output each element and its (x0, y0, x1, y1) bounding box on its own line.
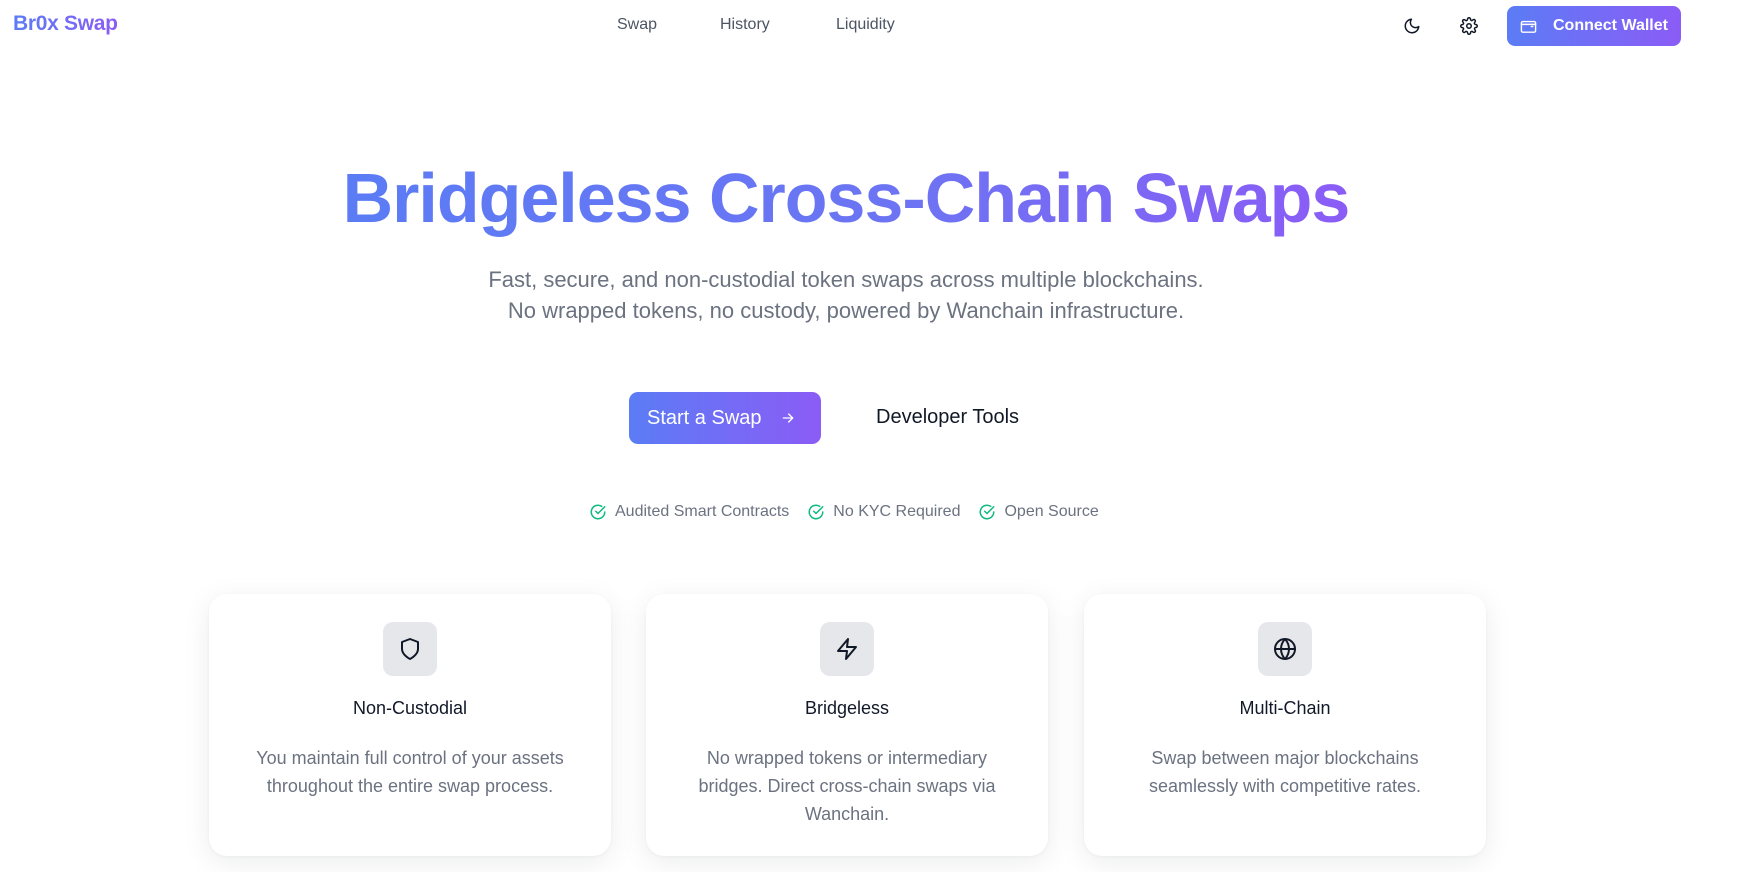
badge-no-kyc: No KYC Required (807, 503, 960, 521)
feature-description: No wrapped tokens or intermediary bridge… (698, 748, 996, 824)
nav-link-swap[interactable]: Swap (617, 16, 657, 34)
top-nav-bar: Br0x Swap Swap History Liquidity Connect… (0, 0, 1745, 52)
theme-toggle-button[interactable] (1396, 12, 1428, 40)
globe-icon (1258, 622, 1312, 676)
nav-link-liquidity[interactable]: Liquidity (836, 16, 895, 34)
hero-title: Bridgeless Cross-Chain Swaps (342, 159, 1351, 237)
check-circle-icon (590, 504, 606, 520)
connect-wallet-label: Connect Wallet (1553, 17, 1668, 34)
check-circle-icon (808, 504, 824, 520)
connect-wallet-button[interactable]: Connect Wallet (1507, 6, 1681, 46)
moon-icon (1404, 18, 1420, 34)
badge-label: Audited Smart Contracts (615, 503, 790, 520)
check-circle-icon (979, 504, 995, 520)
feature-title: Non-Custodial (352, 698, 468, 718)
settings-button[interactable] (1453, 12, 1485, 40)
feature-title: Multi-Chain (1239, 698, 1331, 718)
badge-label: Open Source (1004, 503, 1099, 520)
badge-label: No KYC Required (833, 503, 961, 520)
nav-link-history[interactable]: History (720, 16, 770, 34)
feature-title: Bridgeless (804, 698, 890, 718)
feature-card-multi-chain: Multi-Chain Swap between major blockchai… (1084, 594, 1486, 856)
feature-description: You maintain full control of your assets… (256, 748, 564, 796)
start-swap-button[interactable]: Start a Swap (629, 392, 821, 444)
start-swap-label: Start a Swap (647, 406, 762, 429)
feature-description: Swap between major blockchains seamlessl… (1148, 748, 1422, 796)
developer-tools-button[interactable]: Developer Tools (876, 406, 1019, 429)
feature-card-non-custodial: Non-Custodial You maintain full control … (209, 594, 611, 856)
gear-icon (1460, 17, 1478, 35)
feature-card-bridgeless: Bridgeless No wrapped tokens or intermed… (646, 594, 1048, 856)
badge-open-source: Open Source (978, 503, 1099, 521)
wallet-icon (1520, 18, 1537, 35)
trust-badges: Audited Smart Contracts No KYC Required … (589, 501, 1117, 523)
shield-icon (383, 622, 437, 676)
arrow-right-icon (780, 410, 796, 426)
zap-icon (820, 622, 874, 676)
hero-subtitle: Fast, secure, and non-custodial token sw… (488, 267, 1204, 323)
badge-audited: Audited Smart Contracts (589, 503, 789, 521)
